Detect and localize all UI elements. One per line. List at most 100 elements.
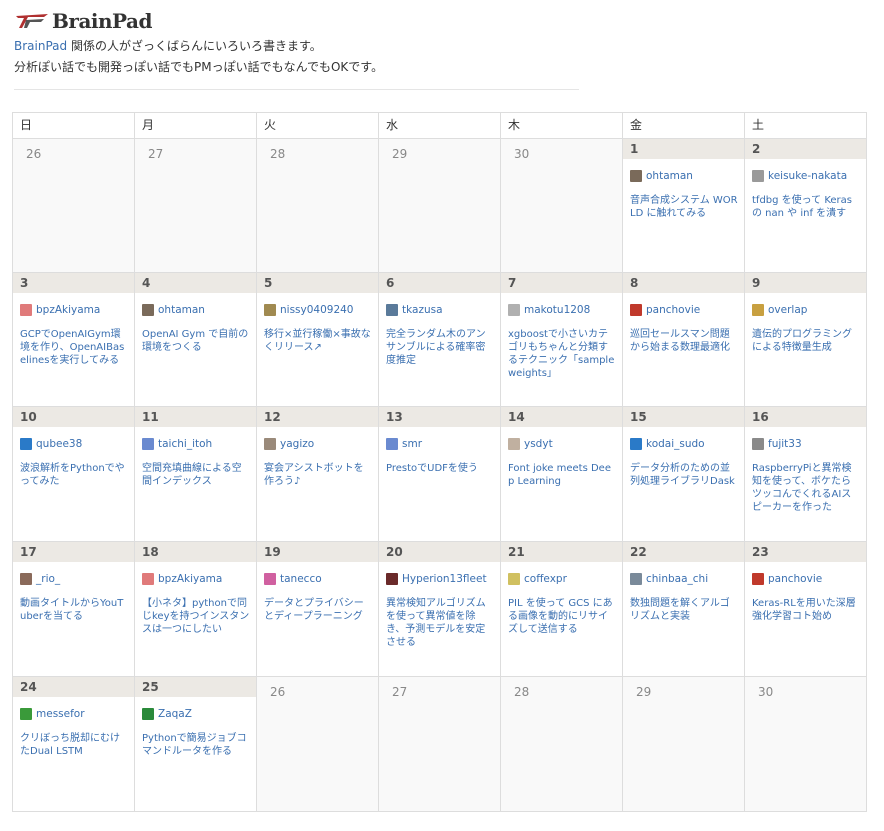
author[interactable]: coffexpr [508,571,622,587]
author[interactable]: taichi_itoh [142,436,256,452]
author[interactable]: keisuke-nakata [752,168,866,184]
avatar-icon[interactable] [752,438,764,450]
brainpad-link[interactable]: BrainPad [14,39,67,53]
author[interactable]: _rio_ [20,571,134,587]
avatar-icon[interactable] [264,438,276,450]
author-name-link[interactable]: ohtaman [646,170,693,182]
author[interactable]: bpzAkiyama [20,302,134,318]
author[interactable]: makotu1208 [508,302,622,318]
author[interactable]: ohtaman [142,302,256,318]
avatar-icon[interactable] [508,438,520,450]
author[interactable]: ohtaman [630,168,744,184]
author-name-link[interactable]: panchovie [768,573,822,585]
author[interactable]: bpzAkiyama [142,571,256,587]
avatar-icon[interactable] [20,708,32,720]
author[interactable]: ZaqaZ [142,706,256,722]
author-name-link[interactable]: chinbaa_chi [646,573,708,585]
article-title-link[interactable]: GCPでOpenAIGym環境を作り、OpenAIBaselinesを実行してみ… [20,328,128,367]
article-title-link[interactable]: PIL を使って GCS にある画像を動的にリサイズして送信する [508,597,616,636]
author[interactable]: fujit33 [752,436,866,452]
article-title-link[interactable]: 音声合成システム WORLD に触れてみる [630,194,738,220]
author-name-link[interactable]: yagizo [280,438,314,450]
article-title-link[interactable]: Keras-RLを用いた深層強化学習コト始め [752,597,860,623]
article-title-link[interactable]: 宴会アシストボットを作ろう♪ [264,462,372,488]
brainpad-logo[interactable]: BrainPad [14,8,584,34]
article-title-link[interactable]: 【小ネタ】pythonで同じkeyを持つインスタンスは一つにしたい [142,597,250,636]
avatar-icon[interactable] [630,573,642,585]
author-name-link[interactable]: coffexpr [524,573,567,585]
avatar-icon[interactable] [20,573,32,585]
article-title-link[interactable]: 異常検知アルゴリズムを使って異常値を除き、予測モデルを安定させる [386,597,494,649]
author-name-link[interactable]: ZaqaZ [158,708,192,720]
author-name-link[interactable]: fujit33 [768,438,802,450]
avatar-icon[interactable] [142,573,154,585]
avatar-icon[interactable] [752,170,764,182]
author-name-link[interactable]: nissy0409240 [280,304,354,316]
article-title-link[interactable]: RaspberryPiと異常検知を使って、ボケたらツッコんでくれるAIスピーカー… [752,462,860,514]
avatar-icon[interactable] [386,304,398,316]
article-title-link[interactable]: Pythonで簡易ジョブコマンドルータを作る [142,732,250,758]
author-name-link[interactable]: kodai_sudo [646,438,705,450]
article-title-link[interactable]: 数独問題を解くアルゴリズムと実装 [630,597,738,623]
avatar-icon[interactable] [630,170,642,182]
avatar-icon[interactable] [752,304,764,316]
author-name-link[interactable]: overlap [768,304,807,316]
avatar-icon[interactable] [386,573,398,585]
article-title-link[interactable]: 完全ランダム木のアンサンブルによる確率密度推定 [386,328,494,367]
author-name-link[interactable]: qubee38 [36,438,82,450]
article-title-link[interactable]: 空間充填曲線による空間インデックス [142,462,250,488]
author-name-link[interactable]: taichi_itoh [158,438,212,450]
author[interactable]: smr [386,436,500,452]
author-name-link[interactable]: keisuke-nakata [768,170,847,182]
article-title-link[interactable]: tfdbg を使って Keras の nan や inf を潰す [752,194,860,220]
article-title-link[interactable]: OpenAI Gym で自前の環境をつくる [142,328,250,354]
article-title-link[interactable]: xgboostで小さいカテゴリもちゃんと分類するテクニック「sample wei… [508,328,616,380]
avatar-icon[interactable] [630,438,642,450]
avatar-icon[interactable] [20,304,32,316]
avatar-icon[interactable] [264,573,276,585]
author-name-link[interactable]: _rio_ [36,573,60,585]
author-name-link[interactable]: tanecco [280,573,322,585]
article-title-link[interactable]: データとプライバシーとディープラーニング [264,597,372,623]
author[interactable]: nissy0409240 [264,302,378,318]
author[interactable]: qubee38 [20,436,134,452]
author[interactable]: Hyperion13fleet [386,571,500,587]
author[interactable]: yagizo [264,436,378,452]
author-name-link[interactable]: ysdyt [524,438,553,450]
avatar-icon[interactable] [142,304,154,316]
avatar-icon[interactable] [142,438,154,450]
author[interactable]: ysdyt [508,436,622,452]
article-title-link[interactable]: 波浪解析をPythonでやってみた [20,462,128,488]
author[interactable]: kodai_sudo [630,436,744,452]
author[interactable]: messefor [20,706,134,722]
author-name-link[interactable]: ohtaman [158,304,205,316]
article-title-link[interactable]: 巡回セールスマン問題から始まる数理最適化 [630,328,738,354]
avatar-icon[interactable] [20,438,32,450]
author[interactable]: tanecco [264,571,378,587]
article-title-link[interactable]: クリぼっち脱却にむけたDual LSTM [20,732,128,758]
article-title-link[interactable]: 遺伝的プログラミングによる特徴量生成 [752,328,860,354]
article-title-link[interactable]: 移行×並行稼働×事故なくリリース↗ [264,328,372,354]
avatar-icon[interactable] [142,708,154,720]
author-name-link[interactable]: smr [402,438,422,450]
author-name-link[interactable]: Hyperion13fleet [402,573,487,585]
avatar-icon[interactable] [508,304,520,316]
avatar-icon[interactable] [264,304,276,316]
avatar-icon[interactable] [752,573,764,585]
author[interactable]: chinbaa_chi [630,571,744,587]
avatar-icon[interactable] [508,573,520,585]
author-name-link[interactable]: panchovie [646,304,700,316]
article-title-link[interactable]: データ分析のための並列処理ライブラリDask [630,462,738,488]
author-name-link[interactable]: tkazusa [402,304,443,316]
author[interactable]: panchovie [752,571,866,587]
author-name-link[interactable]: messefor [36,708,85,720]
author-name-link[interactable]: bpzAkiyama [158,573,222,585]
author[interactable]: overlap [752,302,866,318]
article-title-link[interactable]: PrestoでUDFを使う [386,462,494,475]
article-title-link[interactable]: 動画タイトルからYouTuberを当てる [20,597,128,623]
avatar-icon[interactable] [630,304,642,316]
article-title-link[interactable]: Font joke meets Deep Learning [508,462,616,488]
author-name-link[interactable]: bpzAkiyama [36,304,100,316]
avatar-icon[interactable] [386,438,398,450]
author-name-link[interactable]: makotu1208 [524,304,590,316]
